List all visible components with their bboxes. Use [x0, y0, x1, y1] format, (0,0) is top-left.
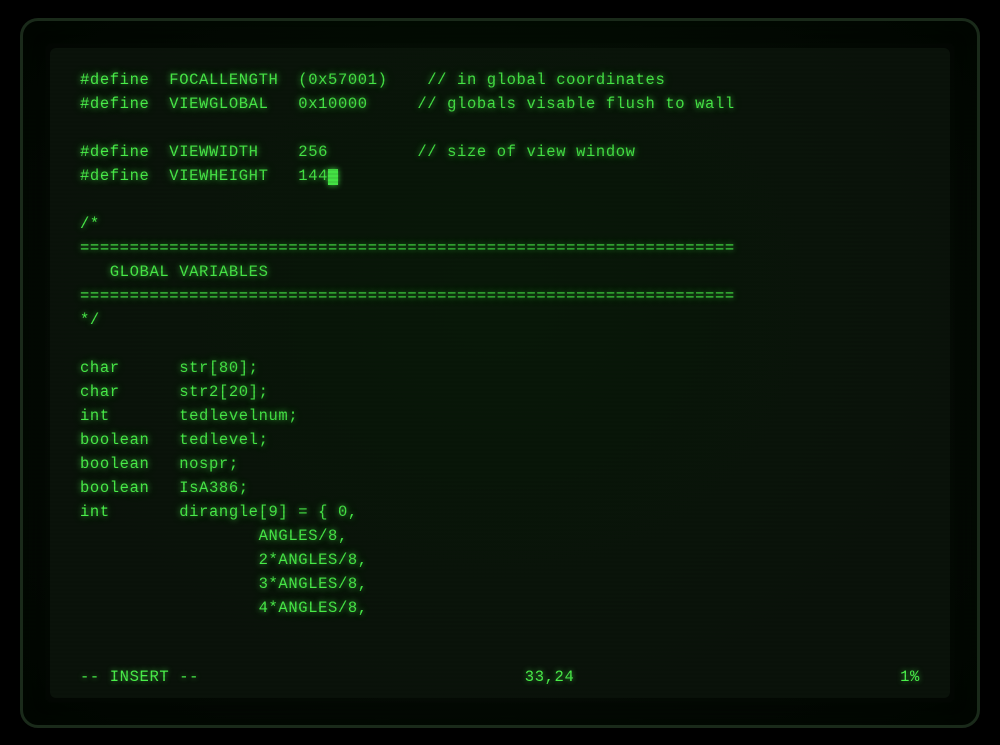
vim-mode: -- INSERT --	[80, 668, 199, 686]
screen: #define FOCALLENGTH (0x57001) // in glob…	[50, 48, 950, 698]
status-bar: -- INSERT -- 33,24 1%	[80, 668, 920, 686]
code-editor[interactable]: #define FOCALLENGTH (0x57001) // in glob…	[80, 68, 920, 620]
monitor: #define FOCALLENGTH (0x57001) // in glob…	[20, 18, 980, 728]
cursor-position: 33,24	[525, 668, 575, 686]
scroll-percent: 1%	[900, 668, 920, 686]
